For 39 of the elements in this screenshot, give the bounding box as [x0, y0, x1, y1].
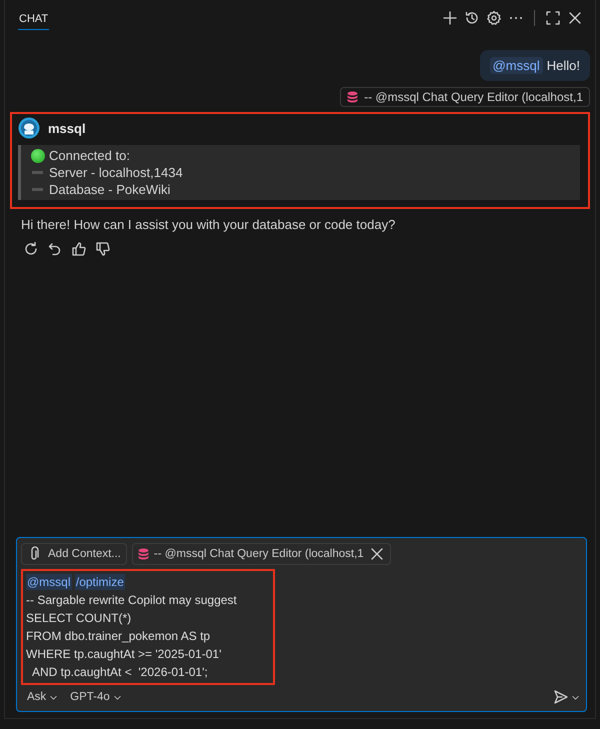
remove-icon[interactable] — [368, 546, 385, 562]
status-dot-icon — [31, 148, 45, 162]
code-line: FROM dbo.trainer_pokemon AS tp — [26, 628, 212, 645]
avatar-icon — [18, 117, 40, 139]
reference-label: -- @mssql Chat Query Editor (localhost,1 — [364, 90, 583, 104]
add-context-button[interactable]: Add Context... — [21, 543, 127, 565]
send-icon[interactable] — [553, 689, 569, 705]
undo-icon[interactable] — [47, 241, 63, 257]
thumbs-up-icon[interactable] — [71, 241, 87, 257]
close-icon[interactable] — [567, 10, 583, 26]
author-name: mssql — [48, 120, 86, 136]
settings-icon[interactable] — [486, 10, 502, 26]
connection-text: Database - PokeWiki — [49, 182, 170, 197]
reply-text: Hi there! How can I assist you with your database or code today? — [21, 217, 396, 232]
mode-picker[interactable]: Ask — [27, 691, 58, 703]
maximize-icon[interactable] — [545, 10, 561, 26]
database-icon — [347, 91, 358, 103]
retry-icon[interactable] — [23, 241, 39, 257]
attachment-label: -- @mssql Chat Query Editor (localhost,1 — [154, 548, 364, 560]
message-text: Hello! — [546, 58, 580, 73]
code-line: -- Sargable rewrite Copilot may suggest — [26, 592, 238, 609]
reference-chip[interactable]: -- @mssql Chat Query Editor (localhost,1 — [340, 87, 590, 107]
agent-mention: @mssql — [26, 574, 72, 590]
bullet-dash-icon — [32, 171, 43, 174]
code-line: SELECT COUNT(*) — [26, 610, 132, 627]
database-icon — [138, 548, 149, 560]
code-line: AND tp.caughtAt < '2026-01-01'; — [31, 664, 209, 681]
thumbs-down-icon[interactable] — [95, 241, 111, 257]
history-icon[interactable] — [464, 10, 480, 26]
connection-text: Connected to: — [49, 148, 130, 163]
bullet-dash-icon — [32, 188, 43, 191]
slash-command: /optimize — [74, 574, 125, 590]
agent-mention: @mssql — [490, 57, 543, 74]
message-field[interactable]: @mssql /optimize -- Sargable rewrite Copilot may suggest SELECT COUNT(*) FROM dbo.trainer_pokemon AS tp WHERE tp.caughtAt >= '2025-01-01' AND tp.caughtAt < '2026-01-01'; — [21, 569, 275, 685]
new-chat-icon[interactable] — [442, 10, 458, 26]
chat-tab[interactable]: CHAT — [18, 8, 50, 30]
code-line: WHERE tp.caughtAt >= '2025-01-01' — [26, 646, 222, 663]
connection-text: Server - localhost,1434 — [49, 165, 183, 180]
model-picker[interactable]: GPT-4o — [70, 691, 122, 703]
